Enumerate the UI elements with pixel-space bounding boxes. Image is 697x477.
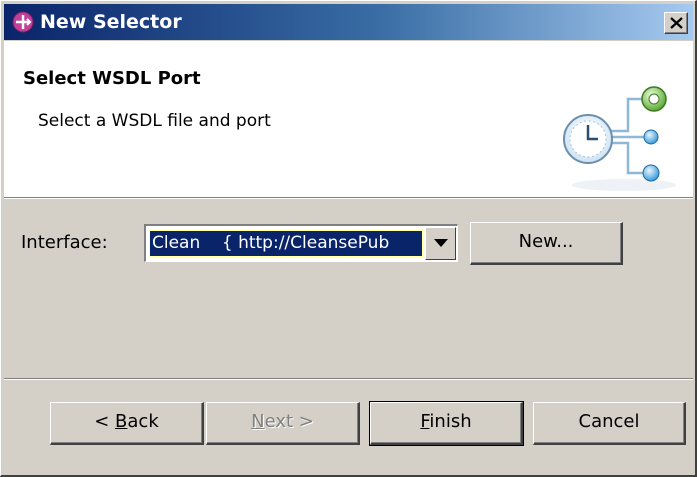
interface-selected-value[interactable]: Clean { http://CleansePub [149,230,423,257]
footer-separator [4,378,693,380]
chevron-down-icon [434,239,448,247]
cancel-button[interactable]: Cancel [533,402,686,445]
title-bar[interactable]: New Selector [4,4,693,40]
page-title: Select WSDL Port [23,68,201,89]
interface-label: Interface: [21,232,108,253]
close-button[interactable] [664,12,688,34]
app-icon [12,11,34,33]
new-selector-dialog: New Selector Select WSDL Port Select a W… [0,0,697,477]
next-button[interactable]: Next > [206,402,360,445]
next-mnemonic: N [251,411,265,432]
new-interface-button[interactable]: New... [470,222,623,265]
interface-dropdown-button[interactable] [425,227,456,260]
close-icon [670,17,683,29]
back-mnemonic: B [115,411,128,432]
back-label-prefix: < [94,411,116,432]
next-label-rest: ext > [264,411,314,432]
finish-button[interactable]: Finish [369,401,524,446]
wizard-banner: Select WSDL Port Select a WSDL file and … [4,41,693,197]
window-title: New Selector [40,11,182,33]
wsdl-port-clock-icon [563,86,676,191]
interface-combobox[interactable]: Clean { http://CleansePub [144,224,458,262]
banner-separator [4,197,693,199]
back-button[interactable]: < Back [50,402,204,445]
page-description: Select a WSDL file and port [38,111,271,131]
finish-label-rest: inish [429,411,472,432]
back-label-rest: ack [127,411,159,432]
